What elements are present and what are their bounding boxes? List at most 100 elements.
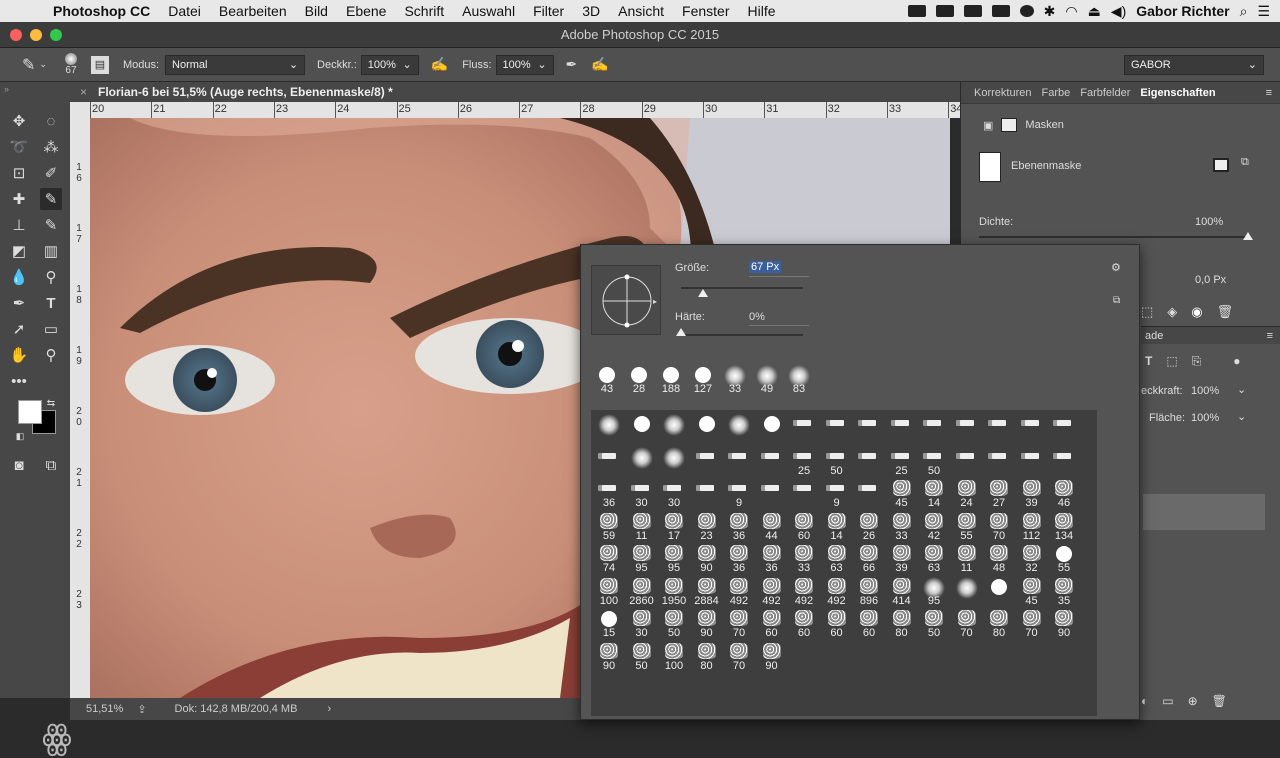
brush-preset[interactable]: 63: [918, 542, 950, 575]
new-layer-icon[interactable]: ⊕: [1188, 694, 1198, 708]
brush-preset[interactable]: 50: [821, 445, 853, 478]
brush-preset[interactable]: 9: [821, 477, 853, 510]
app-menu[interactable]: Photoshop CC: [44, 3, 159, 19]
brush-tip-preview[interactable]: [591, 265, 661, 335]
ellipse-marquee-icon[interactable]: ◌: [40, 110, 62, 132]
new-group-icon[interactable]: ▭: [1162, 694, 1173, 708]
brush-preset[interactable]: 95: [918, 575, 950, 608]
brush-preset[interactable]: [658, 412, 690, 445]
brush-preset[interactable]: 492: [788, 575, 820, 608]
brush-preset[interactable]: [593, 445, 625, 478]
select-mask-icon[interactable]: [1213, 158, 1229, 172]
brush-preset[interactable]: 33: [886, 510, 918, 543]
brush-panel-toggle-icon[interactable]: ▤: [90, 55, 109, 74]
density-slider-thumb[interactable]: [1243, 232, 1253, 240]
brush-preset[interactable]: 66: [853, 542, 885, 575]
brush-preset[interactable]: [951, 412, 983, 445]
chevron-down-icon[interactable]: ⌄: [1237, 383, 1246, 396]
brush-preset[interactable]: 90: [1048, 607, 1080, 640]
menu-datei[interactable]: Datei: [159, 3, 210, 19]
screen-mode-icon[interactable]: ⧉: [40, 454, 62, 476]
brush-preset[interactable]: 1950: [658, 575, 690, 608]
brush-preset[interactable]: 492: [821, 575, 853, 608]
brush-preset[interactable]: [1048, 445, 1080, 478]
hardness-slider-thumb[interactable]: [676, 328, 686, 336]
share-icon[interactable]: ⇪: [137, 703, 146, 716]
brush-preset[interactable]: 188: [655, 363, 687, 396]
tab-corrections[interactable]: Korrekturen: [969, 87, 1036, 99]
panel-menu-icon[interactable]: ≡: [1266, 87, 1272, 99]
clone-stamp-icon[interactable]: ⊥: [8, 214, 30, 236]
brush-preset[interactable]: 43: [591, 363, 623, 396]
pen-tool-icon[interactable]: ✒: [8, 292, 30, 314]
pressure-opacity-icon[interactable]: ✍: [431, 56, 448, 73]
vector-mask-icon[interactable]: [1001, 118, 1018, 132]
hardness-field[interactable]: 0%: [749, 311, 765, 323]
size-slider[interactable]: [681, 287, 803, 297]
brush-preset[interactable]: [951, 445, 983, 478]
brush-preset[interactable]: [756, 412, 788, 445]
dodge-tool-icon[interactable]: ⚲: [40, 266, 62, 288]
delete-layer-icon[interactable]: 🗑: [1212, 694, 1227, 708]
brush-preset[interactable]: 492: [756, 575, 788, 608]
brush-preset[interactable]: [983, 412, 1015, 445]
brush-preset[interactable]: [723, 445, 755, 478]
brush-preset[interactable]: 100: [593, 575, 625, 608]
brush-preset[interactable]: 134: [1048, 510, 1080, 543]
brush-preset[interactable]: 127: [687, 363, 719, 396]
brush-preset[interactable]: 36: [723, 542, 755, 575]
crop-tool-icon[interactable]: ⊡: [8, 162, 30, 184]
move-tool-icon[interactable]: ✥: [8, 110, 30, 132]
brush-preset[interactable]: 50: [626, 640, 658, 673]
hardness-slider[interactable]: [676, 328, 803, 336]
volume-icon[interactable]: ◀): [1111, 3, 1126, 20]
brush-preset[interactable]: 60: [853, 607, 885, 640]
close-tab-icon[interactable]: ×: [80, 85, 87, 99]
size-field[interactable]: 67 Px: [749, 261, 782, 273]
brush-preset[interactable]: 60: [788, 510, 820, 543]
brush-preset[interactable]: [626, 412, 658, 445]
spotlight-search-icon[interactable]: ⌕: [1240, 3, 1248, 20]
type-filter-icon[interactable]: T: [1145, 354, 1152, 369]
brush-preset[interactable]: 50: [918, 607, 950, 640]
filter-toggle-icon[interactable]: ●: [1233, 354, 1240, 369]
new-preset-icon[interactable]: ⧉: [1113, 295, 1120, 306]
brush-preset[interactable]: 27: [983, 477, 1015, 510]
time-machine-icon[interactable]: [1019, 5, 1034, 17]
brush-preset[interactable]: 25: [886, 445, 918, 478]
layer-opacity-value[interactable]: 100%: [1191, 385, 1219, 397]
brush-preset[interactable]: 49: [751, 363, 783, 396]
brush-preset[interactable]: 80: [983, 607, 1015, 640]
delete-mask-icon[interactable]: 🗑: [1217, 304, 1234, 320]
zoom-tool-icon[interactable]: ⚲: [40, 344, 62, 366]
brush-preset[interactable]: [788, 412, 820, 445]
rectangle-tool-icon[interactable]: ▭: [40, 318, 62, 340]
eject-icon[interactable]: ⏏: [1088, 3, 1101, 20]
healing-brush-icon[interactable]: ✚: [8, 188, 30, 210]
menu-ansicht[interactable]: Ansicht: [609, 3, 673, 19]
brush-preset[interactable]: 42: [918, 510, 950, 543]
swap-colors-icon[interactable]: ⇆: [44, 396, 58, 410]
hand-tool-icon[interactable]: ✋: [8, 344, 30, 366]
brush-preset[interactable]: 896: [853, 575, 885, 608]
wifi-icon[interactable]: ◠: [1065, 3, 1077, 20]
settings-gear-icon[interactable]: ⚙: [1111, 261, 1121, 274]
brush-preset[interactable]: 11: [626, 510, 658, 543]
brush-preset[interactable]: 35: [1048, 575, 1080, 608]
menu-bearbeiten[interactable]: Bearbeiten: [210, 3, 296, 19]
notification-center-icon[interactable]: ☰: [1257, 3, 1270, 20]
brush-preset[interactable]: 112: [1016, 510, 1048, 543]
brush-preset[interactable]: 11: [951, 542, 983, 575]
menu-ebene[interactable]: Ebene: [337, 3, 395, 19]
adjustment-layer-icon[interactable]: ◐: [1141, 694, 1148, 708]
workspace-select[interactable]: GABOR ⌄: [1124, 54, 1264, 75]
brush-preset[interactable]: 90: [691, 542, 723, 575]
brush-preset[interactable]: 36: [756, 542, 788, 575]
brush-preset[interactable]: 55: [951, 510, 983, 543]
menu-filter[interactable]: Filter: [524, 3, 573, 19]
brush-preset[interactable]: 59: [593, 510, 625, 543]
brush-preset[interactable]: 33: [719, 363, 751, 396]
zoom-readout[interactable]: 51,51%: [86, 703, 123, 715]
brush-preset[interactable]: 60: [756, 607, 788, 640]
menu-fenster[interactable]: Fenster: [673, 3, 738, 19]
